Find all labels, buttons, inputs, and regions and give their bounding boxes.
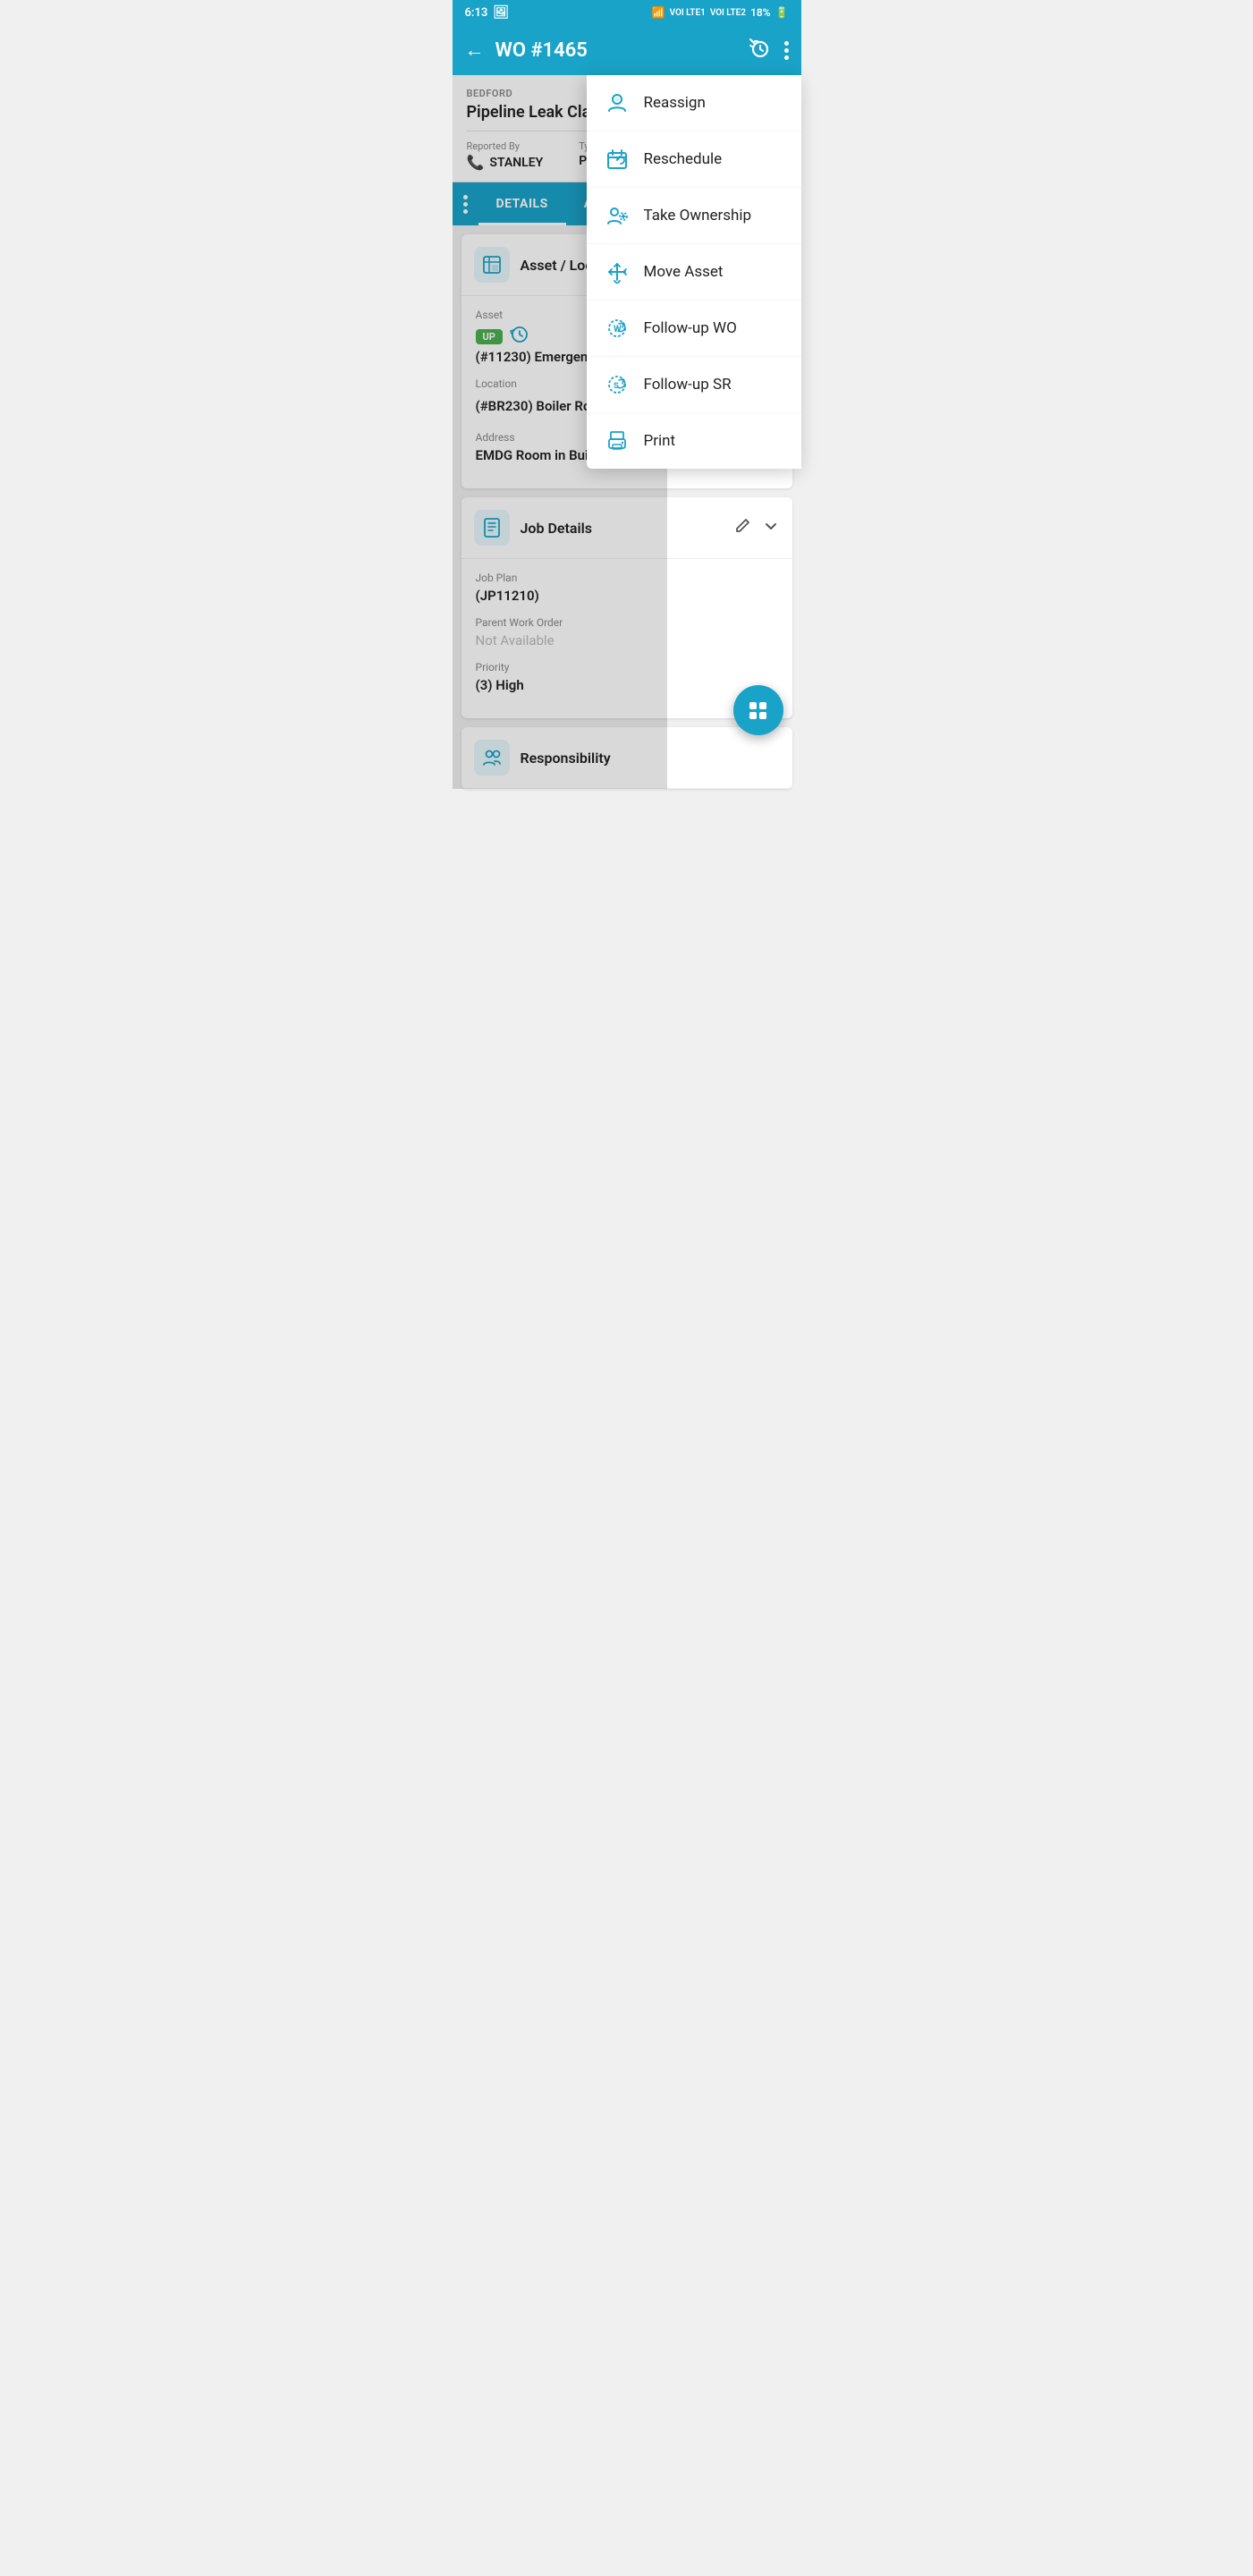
dropdown-item-print[interactable]: Print (587, 413, 801, 469)
more-menu-button[interactable] (784, 39, 789, 61)
followup-wo-icon: W (605, 317, 630, 340)
collapse-job-button[interactable] (762, 517, 780, 539)
photo-icon: 🖼 (493, 5, 509, 20)
fab-icon (749, 702, 766, 719)
dropdown-item-ownership[interactable]: Take Ownership (587, 188, 801, 244)
app-bar: ← WO #1465 (453, 25, 801, 75)
dropdown-label-followup-sr: Follow-up SR (644, 376, 732, 394)
reschedule-icon (605, 148, 630, 171)
followup-sr-icon: S (605, 373, 630, 396)
dropdown-label-move: Move Asset (644, 263, 724, 281)
dropdown-item-followup-wo[interactable]: W Follow-up WO (587, 301, 801, 357)
app-bar-title: WO #1465 (495, 39, 747, 62)
reassign-icon (605, 91, 630, 114)
dropdown-item-move[interactable]: Move Asset (587, 244, 801, 301)
dropdown-label-followup-wo: Follow-up WO (644, 319, 737, 337)
dropdown-item-reschedule[interactable]: Reschedule (587, 131, 801, 188)
print-icon (605, 429, 630, 453)
fab-button[interactable] (733, 685, 783, 735)
battery-icon: 🔋 (775, 6, 789, 19)
ownership-icon (605, 204, 630, 227)
dropdown-label-print: Print (644, 432, 676, 450)
back-button[interactable]: ← (465, 38, 485, 62)
status-bar-right: 📶 VOl LTE1 VOl LTE2 18% 🔋 (652, 6, 789, 19)
edit-job-button[interactable] (733, 517, 751, 539)
lte1-icon: VOl LTE1 (670, 8, 706, 18)
wifi-icon: 📶 (652, 6, 665, 19)
status-time: 6:13 (465, 6, 488, 20)
svg-text:W: W (614, 325, 622, 335)
move-icon (605, 260, 630, 284)
svg-text:S: S (614, 381, 619, 391)
dropdown-label-reschedule: Reschedule (644, 150, 723, 168)
app-wrapper: 6:13 🖼 📶 VOl LTE1 VOl LTE2 18% 🔋 ← WO #1… (453, 0, 801, 789)
status-bar: 6:13 🖼 📶 VOl LTE1 VOl LTE2 18% 🔋 (453, 0, 801, 25)
lte2-icon: VOl LTE2 (710, 8, 746, 18)
dropdown-label-reassign: Reassign (644, 94, 706, 112)
battery-level: 18% (750, 6, 771, 19)
status-bar-left: 6:13 🖼 (465, 5, 510, 20)
dropdown-label-ownership: Take Ownership (644, 207, 752, 225)
dropdown-item-followup-sr[interactable]: S Follow-up SR (587, 357, 801, 413)
dropdown-menu: Reassign Reschedule (587, 75, 801, 469)
dropdown-item-reassign[interactable]: Reassign (587, 75, 801, 131)
job-details-actions (733, 517, 780, 539)
app-bar-actions (747, 38, 789, 63)
timer-icon[interactable] (747, 38, 770, 63)
